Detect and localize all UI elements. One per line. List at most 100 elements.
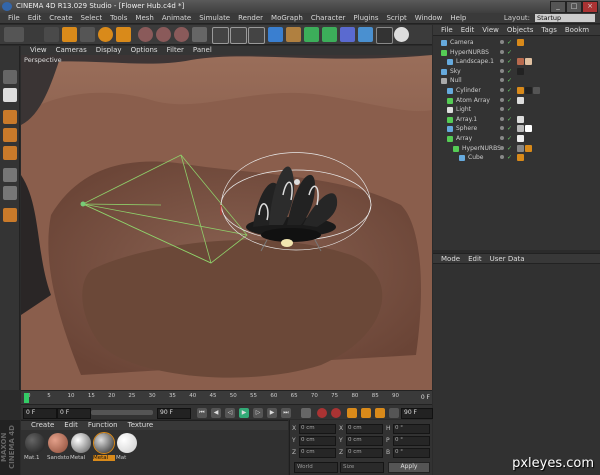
vp-menu-panel[interactable]: Panel [193,46,212,54]
snap-icon[interactable] [3,208,17,222]
object-row[interactable]: HyperNURBS ✓ [433,48,600,58]
key-position-icon[interactable] [347,408,357,418]
coord-rot-b-field[interactable]: 0 ° [393,448,430,458]
x-axis-icon[interactable] [138,27,153,42]
enabled-check-icon[interactable]: ✓ [507,86,513,96]
obj-menu-view[interactable]: View [482,26,499,34]
key-scale-icon[interactable] [361,408,371,418]
object-tag-icon[interactable] [533,87,540,94]
visibility-dot-icon[interactable] [500,88,504,92]
coord-pos-y-field[interactable]: 0 cm [299,436,336,446]
visibility-dot-icon[interactable] [500,68,504,73]
go-to-end-icon[interactable]: ⏭ [281,408,291,418]
visibility-dot-icon[interactable] [500,126,504,131]
mat-menu-edit[interactable]: Edit [64,421,78,429]
timeline-ruler[interactable]: 051015202530354045505560657075808590 0 F [21,390,432,404]
object-row[interactable]: Sphere ✓ [433,124,600,134]
object-row[interactable]: Array.1 ✓ [433,115,600,125]
coord-pos-z-field[interactable]: 0 cm [299,448,336,458]
coordinate-system-icon[interactable] [192,27,207,42]
object-tag-icon[interactable] [517,144,524,152]
coord-size-y-field[interactable]: 0 cm [346,436,383,446]
workplane-icon[interactable] [3,186,17,200]
material-swatch[interactable] [71,433,91,453]
coord-rot-p-field[interactable]: 0 ° [393,436,430,446]
enabled-check-icon[interactable]: ✓ [507,96,513,106]
vp-menu-cameras[interactable]: Cameras [56,46,87,54]
visibility-dot-icon[interactable] [500,107,504,112]
camera-icon[interactable] [376,27,393,44]
y-axis-icon[interactable] [156,27,171,42]
apply-button[interactable]: Apply [388,462,430,473]
object-row[interactable]: Null ✓ [433,76,600,86]
object-row[interactable]: Array ✓ [433,134,600,144]
attr-menu-mode[interactable]: Mode [441,255,460,263]
object-tag-icon[interactable] [517,115,524,123]
vp-menu-view[interactable]: View [30,46,47,54]
scene-icon[interactable] [358,27,373,42]
menu-render[interactable]: Render [238,14,263,22]
menu-tools[interactable]: Tools [110,14,127,22]
cube-icon[interactable] [268,27,283,42]
visibility-dot-icon[interactable] [500,97,504,102]
enabled-check-icon[interactable]: ✓ [507,144,513,154]
spline-icon[interactable] [286,27,301,42]
menu-simulate[interactable]: Simulate [199,14,230,22]
enabled-check-icon[interactable]: ✓ [507,76,513,86]
menu-window[interactable]: Window [415,14,443,22]
menu-help[interactable]: Help [450,14,466,22]
scale-icon[interactable] [80,27,95,42]
menu-character[interactable]: Character [311,14,346,22]
coord-size-select[interactable]: Size [340,462,384,473]
close-button[interactable]: × [582,1,598,13]
object-tag-icon[interactable] [525,87,532,94]
render-view-icon[interactable] [212,27,229,44]
obj-menu-edit[interactable]: Edit [461,26,475,34]
nurbs-icon[interactable] [304,27,319,42]
object-row[interactable]: Cylinder ✓ [433,86,600,96]
visibility-dot-icon[interactable] [500,116,504,121]
perspective-viewport[interactable]: Perspective [21,55,432,390]
rotate-icon[interactable] [98,27,113,42]
object-tag-icon[interactable] [525,125,532,133]
menu-create[interactable]: Create [49,14,72,22]
polygons-mode-icon[interactable] [3,146,17,160]
menu-script[interactable]: Script [386,14,406,22]
light-icon[interactable] [394,27,409,42]
enabled-check-icon[interactable]: ✓ [507,105,513,115]
visibility-dot-icon[interactable] [500,40,504,44]
visibility-dot-icon[interactable] [500,59,504,64]
points-mode-icon[interactable] [3,110,17,124]
enabled-check-icon[interactable]: ✓ [507,57,513,67]
array-icon[interactable] [322,27,337,42]
undo-icon[interactable] [4,27,24,42]
object-row[interactable]: Landscape.1 ✓ [433,57,600,67]
attr-menu-userdata[interactable]: User Data [490,255,525,263]
start-frame-field[interactable]: 0 F [23,408,57,419]
edges-mode-icon[interactable] [3,128,17,142]
mat-menu-function[interactable]: Function [88,421,118,429]
deformer-icon[interactable] [340,27,355,42]
coord-rot-h-field[interactable]: 0 ° [393,424,430,434]
prev-key-icon[interactable]: ◀ [211,408,221,418]
enabled-check-icon[interactable]: ✓ [507,134,513,144]
obj-menu-tags[interactable]: Tags [541,26,557,34]
record-icon[interactable] [317,408,327,418]
object-tag-icon[interactable] [517,58,524,66]
menu-edit[interactable]: Edit [28,14,42,22]
menu-plugins[interactable]: Plugins [353,14,378,22]
object-tag-icon[interactable] [525,144,532,152]
autokey-icon[interactable] [331,408,341,418]
end-frame-field[interactable]: 90 F [157,408,191,419]
minimize-button[interactable]: _ [550,1,566,13]
object-row[interactable]: HyperNURBS ✓ [433,144,600,154]
object-tag-icon[interactable] [517,154,524,162]
max-frame-field[interactable]: 90 F [401,408,433,419]
menu-mograph[interactable]: MoGraph [271,14,303,22]
visibility-dot-icon[interactable] [500,136,504,140]
material-swatch-selected[interactable] [93,432,115,454]
play-icon[interactable]: ▶ [239,408,249,418]
range-slider[interactable] [91,410,153,415]
object-row[interactable]: Sky ✓ [433,67,600,77]
next-frame-icon[interactable]: ▷ [253,408,263,418]
